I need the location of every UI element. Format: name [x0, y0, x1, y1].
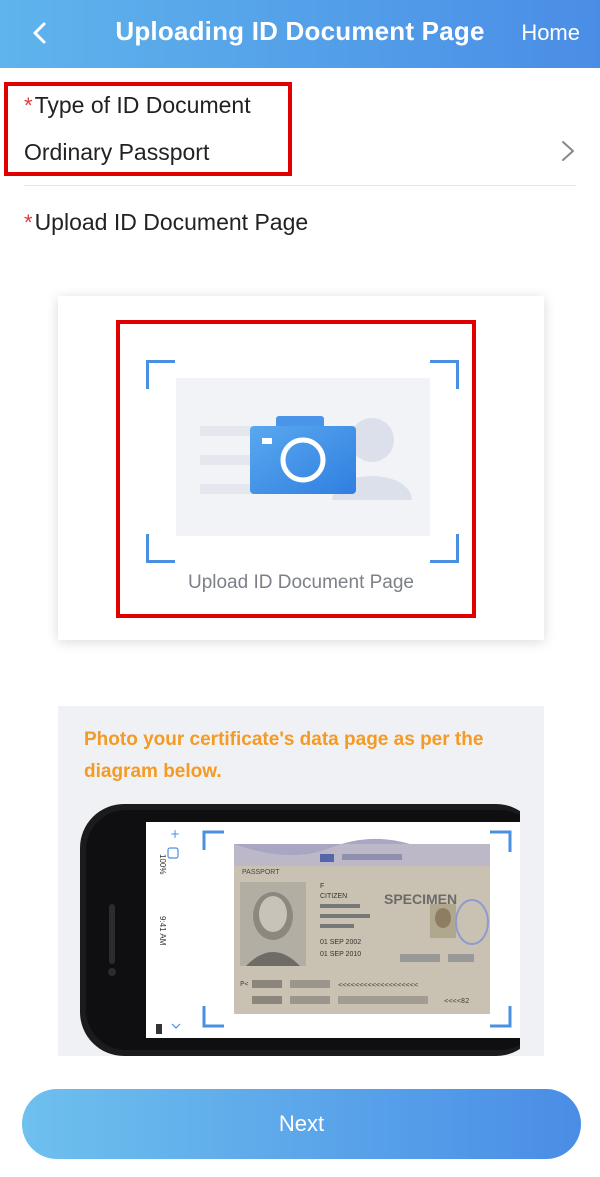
svg-text:<<<<82: <<<<82: [444, 997, 469, 1005]
svg-text:F: F: [320, 883, 324, 890]
field-divider: [24, 185, 576, 186]
svg-text:9:41 AM: 9:41 AM: [158, 916, 167, 946]
highlight-box-upload: [116, 320, 476, 618]
chevron-right-icon: [562, 141, 574, 161]
svg-text:P<: P<: [240, 980, 248, 988]
svg-text:PASSPORT: PASSPORT: [242, 869, 280, 876]
example-phone-image: 100% 9:41 AM + PASSPORT F CITIZEN 01 SEP…: [80, 804, 520, 1056]
svg-text:CITIZEN: CITIZEN: [320, 893, 347, 900]
instruction-text: Photo your certificate's data page as pe…: [84, 729, 484, 782]
svg-text:+: +: [170, 827, 180, 841]
top-nav-bar: Uploading ID Document Page Home: [0, 0, 600, 68]
next-button[interactable]: Next: [22, 1089, 581, 1159]
svg-text:100%: 100%: [158, 854, 167, 874]
svg-text:01 SEP 2010: 01 SEP 2010: [320, 951, 361, 958]
svg-text:<<<<<<<<<<<<<<<<<<<: <<<<<<<<<<<<<<<<<<<: [338, 981, 418, 989]
home-link[interactable]: Home: [521, 20, 580, 46]
highlight-box-document-type: [4, 82, 292, 176]
page-title: Uploading ID Document Page: [115, 16, 485, 46]
upload-section-label: *Upload ID Document Page: [24, 209, 309, 235]
svg-text:01 SEP 2002: 01 SEP 2002: [320, 939, 361, 946]
required-asterisk: *: [24, 210, 33, 235]
